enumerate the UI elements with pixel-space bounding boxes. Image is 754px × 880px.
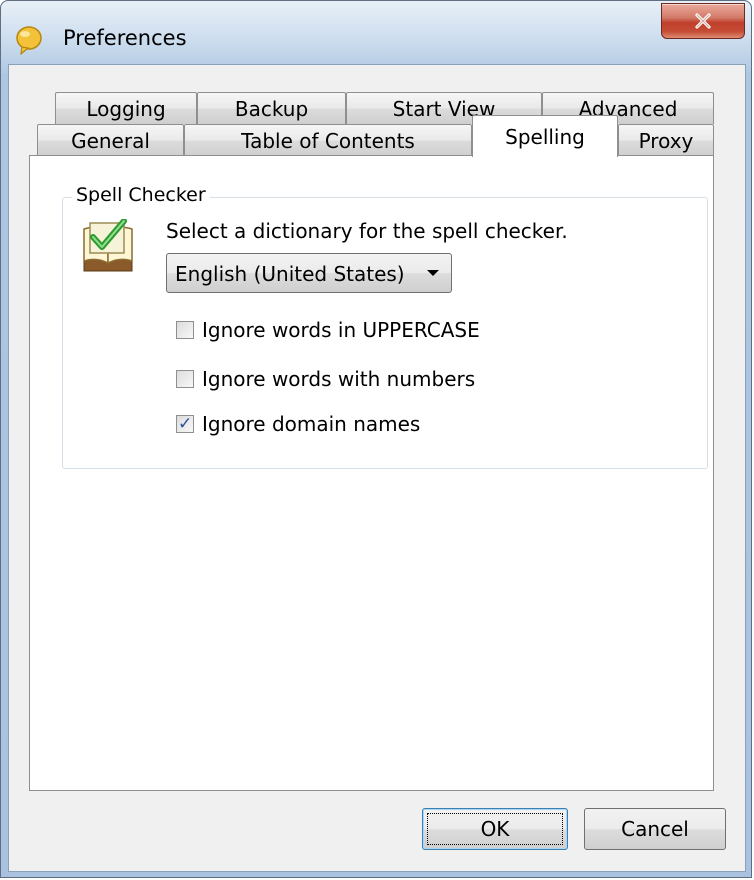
chevron-down-icon (427, 270, 439, 276)
app-icon (16, 26, 42, 55)
dictionary-value: English (United States) (175, 262, 405, 286)
option-label: Ignore words in UPPERCASE (202, 318, 480, 342)
tab-proxy[interactable]: Proxy (618, 124, 714, 156)
tab-backup[interactable]: Backup (197, 92, 346, 124)
window-title: Preferences (63, 26, 187, 50)
option-label: Ignore domain names (202, 412, 421, 436)
ok-button[interactable]: OK (422, 808, 568, 850)
checkbox-ignore-domains[interactable]: ✓ (176, 414, 194, 434)
focus-rect (427, 813, 563, 845)
checkmark-icon: ✓ (178, 414, 193, 434)
group-label: Spell Checker (72, 184, 210, 206)
dictionary-select[interactable]: English (United States) (166, 253, 452, 293)
dictionary-prompt: Select a dictionary for the spell checke… (166, 219, 568, 243)
checkbox-ignore-numbers[interactable] (176, 370, 194, 388)
option-label: Ignore words with numbers (202, 367, 476, 391)
option-ignore-numbers[interactable]: Ignore words with numbers (176, 366, 475, 392)
cancel-button[interactable]: Cancel (584, 808, 726, 850)
tab-spelling[interactable]: Spelling (472, 115, 618, 157)
dictionary-icon (83, 219, 133, 272)
cancel-label: Cancel (621, 817, 689, 841)
checkbox-ignore-uppercase[interactable] (176, 321, 194, 339)
option-ignore-uppercase[interactable]: Ignore words in UPPERCASE (176, 317, 480, 343)
option-ignore-domains[interactable]: ✓ Ignore domain names (176, 411, 420, 437)
close-icon (695, 13, 711, 29)
tab-logging[interactable]: Logging (55, 92, 197, 124)
tab-table-of-contents[interactable]: Table of Contents (184, 124, 472, 156)
tab-general[interactable]: General (37, 124, 184, 156)
close-button[interactable] (661, 3, 745, 39)
